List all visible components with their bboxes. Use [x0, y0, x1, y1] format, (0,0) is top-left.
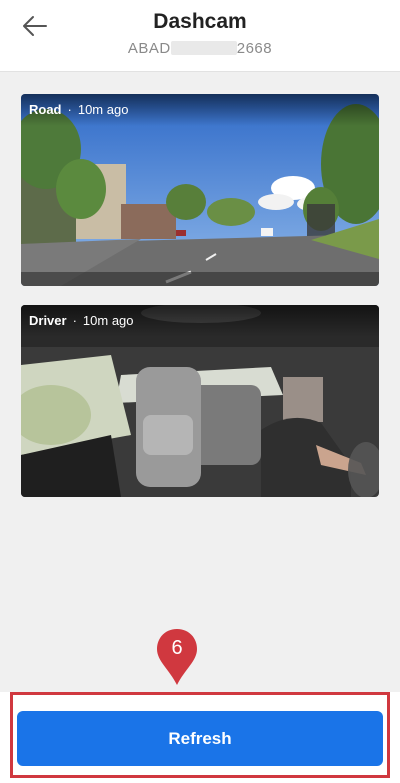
page-title: Dashcam	[153, 10, 247, 33]
road-camera-card[interactable]: Road · 10m ago	[21, 94, 379, 286]
step-number: 6	[171, 637, 183, 659]
camera-name: Road	[29, 102, 62, 117]
capture-time: 10m ago	[82, 313, 134, 328]
app-header: Dashcam ABAD 2668	[0, 0, 400, 72]
road-card-label: Road · 10m ago	[21, 94, 379, 126]
serial-suffix: 2668	[236, 40, 273, 57]
camera-name: Driver	[29, 313, 67, 328]
refresh-button[interactable]: Refresh	[17, 711, 383, 766]
separator-dot: ·	[67, 102, 72, 117]
serial-redaction	[170, 41, 237, 55]
driver-camera-card[interactable]: Driver · 10m ago	[21, 305, 379, 497]
driver-card-label: Driver · 10m ago	[21, 305, 379, 337]
serial-prefix: ABAD	[127, 40, 171, 57]
capture-time: 10m ago	[77, 102, 129, 117]
separator-dot: ·	[72, 313, 77, 328]
device-serial: ABAD 2668	[0, 40, 400, 57]
